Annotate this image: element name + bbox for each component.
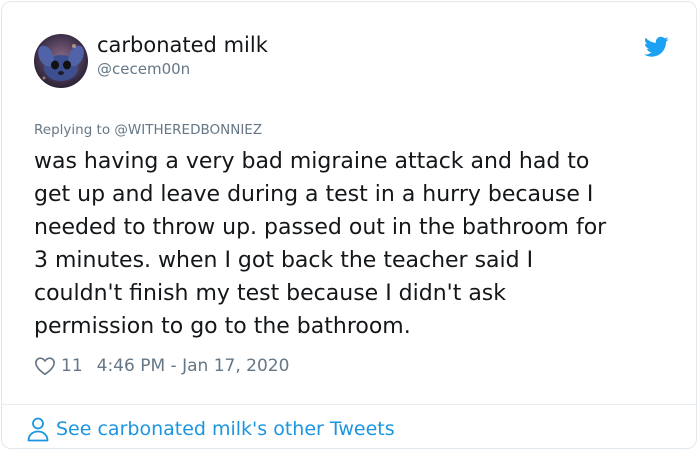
person-outline-icon [27, 417, 49, 442]
see-other-tweets-label: See carbonated milk's other Tweets [56, 418, 395, 440]
reply-prefix: Replying to [34, 122, 111, 138]
tweet-card: carbonated milk @cecem00n Replying to @W… [1, 1, 697, 449]
see-other-tweets-link[interactable]: See carbonated milk's other Tweets [26, 416, 395, 442]
footer-divider [2, 404, 696, 405]
author-name[interactable]: carbonated milk [97, 33, 268, 57]
twitter-bird-icon[interactable] [644, 36, 669, 58]
tweet-text: was having a very bad migraine attack an… [34, 149, 607, 339]
tweet-meta: 11 4:46 PM - Jan 17, 2020 [34, 353, 289, 379]
tweet-timestamp[interactable]: 4:46 PM - Jan 17, 2020 [97, 356, 290, 376]
reply-context: Replying to @WITHEREDBONNIEZ [34, 122, 262, 138]
reply-to-link[interactable]: @WITHEREDBONNIEZ [114, 122, 262, 138]
like-count: 11 [61, 356, 83, 376]
author-handle[interactable]: @cecem00n [97, 60, 190, 78]
avatar-image [34, 34, 88, 88]
heart-outline-icon[interactable] [34, 355, 56, 377]
avatar[interactable] [34, 34, 88, 88]
